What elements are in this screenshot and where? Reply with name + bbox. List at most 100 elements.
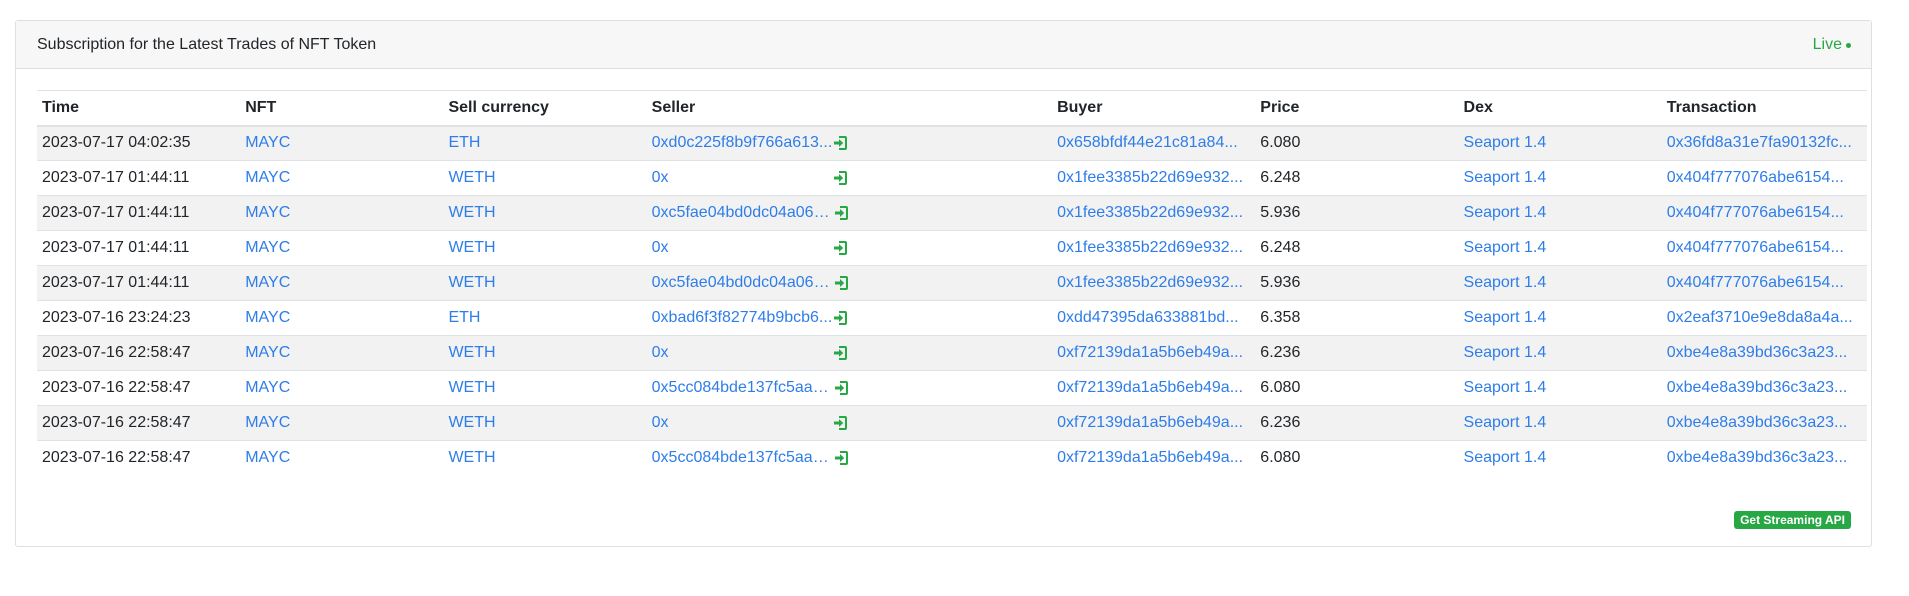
dex-cell: Seaport 1.4 — [1458, 370, 1662, 406]
price-cell: 6.236 — [1255, 335, 1459, 371]
nft-link[interactable]: MAYC — [245, 274, 290, 291]
currency-cell: WETH — [443, 335, 647, 371]
seller-link[interactable]: 0x — [652, 414, 669, 432]
dex-link[interactable]: Seaport 1.4 — [1464, 379, 1547, 396]
dex-cell: Seaport 1.4 — [1458, 230, 1662, 266]
seller-cell: 0x — [646, 230, 1053, 266]
sign-in-icon[interactable] — [834, 275, 850, 291]
nft-cell: MAYC — [240, 230, 444, 266]
dex-link[interactable]: Seaport 1.4 — [1464, 309, 1547, 326]
transaction-link[interactable]: 0xbe4e8a39bd36c3a23... — [1667, 344, 1848, 361]
buyer-link[interactable]: 0x1fee3385b22d69e932... — [1057, 204, 1243, 221]
currency-link[interactable]: WETH — [448, 204, 495, 221]
buyer-link[interactable]: 0xdd47395da633881bd... — [1057, 309, 1239, 326]
seller-link[interactable]: 0x — [652, 239, 669, 257]
sign-in-icon[interactable] — [833, 240, 849, 256]
nft-cell: MAYC — [240, 195, 444, 231]
sign-in-icon[interactable] — [833, 345, 849, 361]
currency-link[interactable]: WETH — [448, 449, 495, 466]
nft-link[interactable]: MAYC — [245, 169, 290, 186]
nft-link[interactable]: MAYC — [245, 344, 290, 361]
buyer-cell: 0x1fee3385b22d69e932... — [1052, 160, 1256, 196]
seller-link[interactable]: 0xd0c225f8b9f766a613... — [652, 134, 833, 152]
dex-link[interactable]: Seaport 1.4 — [1464, 204, 1547, 221]
dex-link[interactable]: Seaport 1.4 — [1464, 134, 1547, 151]
buyer-link[interactable]: 0x658bfdf44e21c81a84... — [1057, 134, 1238, 151]
nft-link[interactable]: MAYC — [245, 449, 290, 466]
buyer-link[interactable]: 0xf72139da1a5b6eb49a... — [1057, 379, 1243, 396]
table-header: Time NFT Sell currency Seller Buyer Price Dex T… — [37, 90, 1867, 127]
currency-link[interactable]: WETH — [448, 379, 495, 396]
nft-link[interactable]: MAYC — [245, 239, 290, 256]
trades-table-wrapper: Time NFT Sell currency Seller Buyer Price Dex T… — [37, 90, 1867, 476]
dex-link[interactable]: Seaport 1.4 — [1464, 239, 1547, 256]
buyer-cell: 0xf72139da1a5b6eb49a... — [1052, 335, 1256, 371]
get-streaming-api-button[interactable]: Get Streaming API — [1734, 511, 1851, 529]
currency-cell: WETH — [443, 405, 647, 441]
buyer-link[interactable]: 0xf72139da1a5b6eb49a... — [1057, 344, 1243, 361]
seller-link[interactable]: 0xc5fae04bd0dc04a068... — [652, 204, 835, 222]
transaction-link[interactable]: 0x36fd8a31e7fa90132fc... — [1667, 134, 1852, 151]
nft-cell: MAYC — [240, 335, 444, 371]
sign-in-icon[interactable] — [833, 170, 849, 186]
nft-cell: MAYC — [240, 405, 444, 441]
seller-link[interactable]: 0xc5fae04bd0dc04a068... — [652, 274, 835, 292]
time-cell: 2023-07-17 01:44:11 — [37, 160, 241, 196]
nft-link[interactable]: MAYC — [245, 309, 290, 326]
currency-link[interactable]: ETH — [448, 309, 480, 326]
transaction-link[interactable]: 0x2eaf3710e9e8da8a4a... — [1667, 309, 1853, 326]
time-cell: 2023-07-16 23:24:23 — [37, 300, 241, 336]
transaction-link[interactable]: 0x404f777076abe6154... — [1667, 239, 1844, 256]
currency-link[interactable]: ETH — [448, 134, 480, 151]
buyer-cell: 0xf72139da1a5b6eb49a... — [1052, 370, 1256, 406]
sign-in-icon[interactable] — [833, 415, 849, 431]
nft-link[interactable]: MAYC — [245, 414, 290, 431]
sign-in-icon[interactable] — [834, 205, 850, 221]
dex-link[interactable]: Seaport 1.4 — [1464, 169, 1547, 186]
dex-link[interactable]: Seaport 1.4 — [1464, 449, 1547, 466]
buyer-link[interactable]: 0x1fee3385b22d69e932... — [1057, 169, 1243, 186]
dex-link[interactable]: Seaport 1.4 — [1464, 414, 1547, 431]
sign-in-icon[interactable] — [834, 380, 850, 396]
currency-link[interactable]: WETH — [448, 239, 495, 256]
seller-link[interactable]: 0x — [652, 169, 669, 187]
sign-in-icon[interactable] — [833, 310, 849, 326]
currency-link[interactable]: WETH — [448, 274, 495, 291]
seller-link[interactable]: 0x5cc084bde137fc5aae... — [652, 379, 834, 397]
dex-cell: Seaport 1.4 — [1458, 265, 1662, 301]
transaction-link[interactable]: 0xbe4e8a39bd36c3a23... — [1667, 449, 1848, 466]
time-cell: 2023-07-17 01:44:11 — [37, 230, 241, 266]
currency-link[interactable]: WETH — [448, 414, 495, 431]
currency-link[interactable]: WETH — [448, 344, 495, 361]
transaction-link[interactable]: 0xbe4e8a39bd36c3a23... — [1667, 414, 1848, 431]
buyer-link[interactable]: 0x1fee3385b22d69e932... — [1057, 274, 1243, 291]
dex-link[interactable]: Seaport 1.4 — [1464, 274, 1547, 291]
dex-link[interactable]: Seaport 1.4 — [1464, 344, 1547, 361]
seller-link[interactable]: 0x — [652, 344, 669, 362]
buyer-link[interactable]: 0xf72139da1a5b6eb49a... — [1057, 414, 1243, 431]
time-cell: 2023-07-17 01:44:11 — [37, 195, 241, 231]
column-header-price: Price — [1255, 90, 1459, 127]
transaction-link[interactable]: 0x404f777076abe6154... — [1667, 274, 1844, 291]
buyer-link[interactable]: 0x1fee3385b22d69e932... — [1057, 239, 1243, 256]
nft-link[interactable]: MAYC — [245, 204, 290, 221]
seller-link[interactable]: 0x5cc084bde137fc5aae... — [652, 449, 834, 467]
sign-in-icon[interactable] — [833, 135, 849, 151]
transaction-cell: 0xbe4e8a39bd36c3a23... — [1661, 440, 1867, 476]
nft-link[interactable]: MAYC — [245, 134, 290, 151]
card-title: Subscription for the Latest Trades of NF… — [37, 35, 377, 53]
transaction-link[interactable]: 0x404f777076abe6154... — [1667, 204, 1844, 221]
currency-cell: WETH — [443, 195, 647, 231]
transaction-link[interactable]: 0xbe4e8a39bd36c3a23... — [1667, 379, 1848, 396]
nft-link[interactable]: MAYC — [245, 379, 290, 396]
seller-link[interactable]: 0xbad6f3f82774b9bcb6... — [652, 309, 833, 327]
buyer-cell: 0x1fee3385b22d69e932... — [1052, 265, 1256, 301]
sign-in-icon[interactable] — [834, 450, 850, 466]
buyer-link[interactable]: 0xf72139da1a5b6eb49a... — [1057, 449, 1243, 466]
transaction-link[interactable]: 0x404f777076abe6154... — [1667, 169, 1844, 186]
dex-cell: Seaport 1.4 — [1458, 300, 1662, 336]
currency-link[interactable]: WETH — [448, 169, 495, 186]
table-row: 2023-07-17 01:44:11 MAYC WETH 0xc5fae04bd0d… — [37, 265, 1867, 301]
seller-cell: 0xd0c225f8b9f766a613... — [646, 125, 1053, 161]
buyer-cell: 0x1fee3385b22d69e932... — [1052, 230, 1256, 266]
